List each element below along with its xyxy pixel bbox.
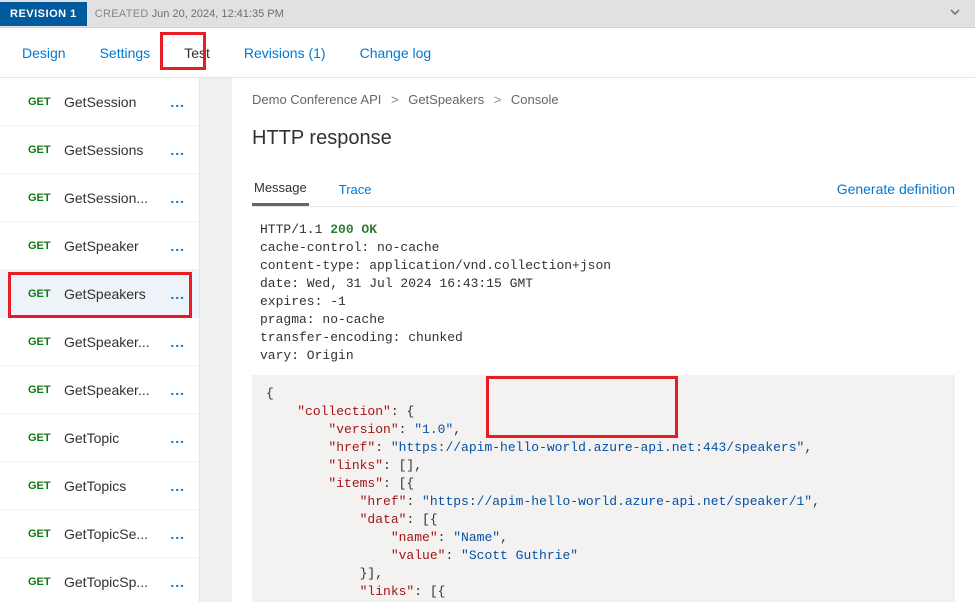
operation-row[interactable]: GETGetSpeaker......	[0, 318, 199, 366]
more-icon[interactable]: ...	[166, 382, 189, 398]
operation-name: GetTopic	[64, 430, 166, 446]
operation-row[interactable]: GETGetSpeaker......	[0, 366, 199, 414]
operation-name: GetSpeaker...	[64, 382, 166, 398]
header-line: pragma: no-cache	[260, 311, 947, 329]
http-verb: GET	[28, 384, 64, 396]
json-body: { "collection": { "version": "1.0", "hre…	[252, 375, 955, 602]
breadcrumb-sep: >	[391, 92, 399, 107]
http-headers: HTTP/1.1 200 OK cache-control: no-cache …	[252, 207, 955, 375]
operation-row[interactable]: GETGetSpeakers...	[0, 270, 199, 318]
tab-design[interactable]: Design	[20, 39, 68, 67]
operation-name: GetSpeaker...	[64, 334, 166, 350]
header-line: content-type: application/vnd.collection…	[260, 257, 947, 275]
generate-definition-link[interactable]: Generate definition	[837, 181, 955, 197]
header-line: transfer-encoding: chunked	[260, 329, 947, 347]
more-icon[interactable]: ...	[166, 430, 189, 446]
operation-name: GetSession	[64, 94, 166, 110]
operation-name: GetTopics	[64, 478, 166, 494]
tab-test[interactable]: Test	[182, 39, 212, 67]
tab-settings[interactable]: Settings	[98, 39, 153, 67]
breadcrumb-sep: >	[494, 92, 502, 107]
more-icon[interactable]: ...	[166, 94, 189, 110]
operation-name: GetSession...	[64, 190, 166, 206]
breadcrumb-item[interactable]: GetSpeakers	[408, 92, 484, 107]
http-verb: GET	[28, 336, 64, 348]
breadcrumb-item: Console	[511, 92, 559, 107]
more-icon[interactable]: ...	[166, 574, 189, 590]
page-title: HTTP response	[252, 127, 955, 150]
chevron-down-icon[interactable]	[949, 6, 961, 21]
revision-badge: REVISION 1	[0, 2, 87, 26]
more-icon[interactable]: ...	[166, 142, 189, 158]
tab-change-log[interactable]: Change log	[358, 39, 434, 67]
operation-name: GetSessions	[64, 142, 166, 158]
operation-row[interactable]: GETGetTopic...	[0, 414, 199, 462]
revision-created-label: CREATED	[95, 8, 149, 20]
more-icon[interactable]: ...	[166, 190, 189, 206]
more-icon[interactable]: ...	[166, 526, 189, 542]
breadcrumb: Demo Conference API > GetSpeakers > Cons…	[252, 92, 955, 107]
status-line-proto: HTTP/1.1	[260, 222, 330, 237]
tab-message[interactable]: Message	[252, 172, 309, 206]
revision-created: CREATED Jun 20, 2024, 12:41:35 PM	[95, 8, 284, 20]
http-verb: GET	[28, 240, 64, 252]
response-tabs: Message Trace Generate definition	[252, 172, 955, 207]
operation-row[interactable]: GETGetSessions...	[0, 126, 199, 174]
operation-name: GetSpeaker	[64, 238, 166, 254]
more-icon[interactable]: ...	[166, 286, 189, 302]
operation-row[interactable]: GETGetTopicSe......	[0, 510, 199, 558]
operation-row[interactable]: GETGetSpeaker...	[0, 222, 199, 270]
http-verb: GET	[28, 528, 64, 540]
http-verb: GET	[28, 480, 64, 492]
http-verb: GET	[28, 576, 64, 588]
http-verb: GET	[28, 144, 64, 156]
operation-name: GetSpeakers	[64, 286, 166, 302]
http-verb: GET	[28, 432, 64, 444]
http-verb: GET	[28, 96, 64, 108]
header-line: date: Wed, 31 Jul 2024 16:43:15 GMT	[260, 275, 947, 293]
content-pane: Demo Conference API > GetSpeakers > Cons…	[232, 78, 975, 602]
status-line-code: 200 OK	[330, 222, 377, 237]
operation-row[interactable]: GETGetSession......	[0, 174, 199, 222]
operation-name: GetTopicSe...	[64, 526, 166, 542]
operation-name: GetTopicSp...	[64, 574, 166, 590]
revision-created-value: Jun 20, 2024, 12:41:35 PM	[152, 8, 284, 20]
more-icon[interactable]: ...	[166, 478, 189, 494]
main-area: GETGetSession...GETGetSessions...GETGetS…	[0, 78, 975, 602]
operation-row[interactable]: GETGetSession...	[0, 78, 199, 126]
top-tab-row: Design Settings Test Revisions (1) Chang…	[0, 28, 975, 78]
header-line: expires: -1	[260, 293, 947, 311]
http-verb: GET	[28, 288, 64, 300]
operation-row[interactable]: GETGetTopics...	[0, 462, 199, 510]
header-line: cache-control: no-cache	[260, 239, 947, 257]
more-icon[interactable]: ...	[166, 334, 189, 350]
header-line: vary: Origin	[260, 347, 947, 365]
more-icon[interactable]: ...	[166, 238, 189, 254]
operation-row[interactable]: GETGetTopicSp......	[0, 558, 199, 602]
breadcrumb-item[interactable]: Demo Conference API	[252, 92, 381, 107]
tab-trace[interactable]: Trace	[337, 174, 374, 205]
http-verb: GET	[28, 192, 64, 204]
operations-sidebar: GETGetSession...GETGetSessions...GETGetS…	[0, 78, 200, 602]
tab-revisions[interactable]: Revisions (1)	[242, 39, 328, 67]
revision-bar: REVISION 1 CREATED Jun 20, 2024, 12:41:3…	[0, 0, 975, 28]
scroll-gutter	[200, 78, 232, 602]
